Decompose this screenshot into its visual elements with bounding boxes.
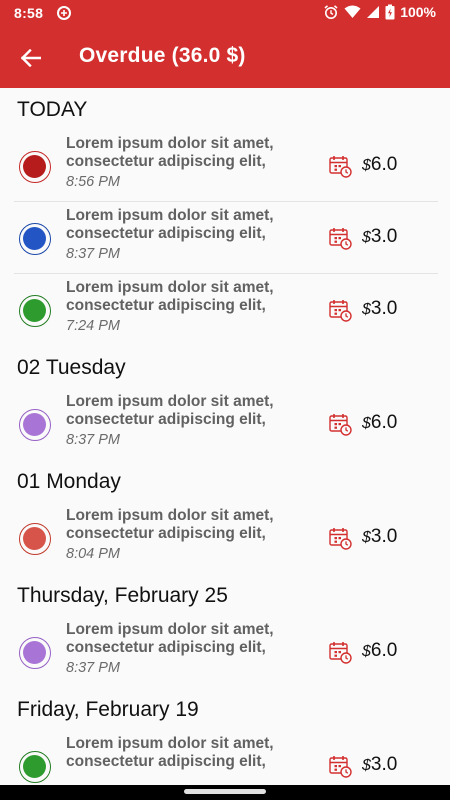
item-time: 7:24 PM — [66, 318, 120, 334]
item-title: Lorem ipsum dolor sit amet, consectetur a… — [66, 207, 321, 243]
list-item[interactable]: Lorem ipsum dolor sit amet, consectetur a… — [14, 274, 438, 346]
data-saver-icon — [57, 6, 71, 20]
currency-symbol: $ — [362, 229, 371, 246]
item-title-line-1: Lorem ipsum dolor sit amet, — [66, 735, 274, 752]
section-header: 02 Tuesday — [17, 356, 126, 379]
category-color-fill — [23, 527, 46, 550]
list-item[interactable]: Lorem ipsum dolor sit amet, consectetur a… — [14, 202, 438, 274]
back-button[interactable] — [14, 42, 48, 74]
calendar-icon — [329, 642, 352, 664]
item-amount: $3.0 — [362, 226, 397, 248]
currency-symbol: $ — [362, 415, 371, 432]
calendar-icon — [329, 528, 352, 550]
item-title-line-1: Lorem ipsum dolor sit amet, — [66, 507, 274, 524]
currency-symbol: $ — [362, 157, 371, 174]
amount-value: 6.0 — [370, 154, 398, 175]
item-time: 8:37 PM — [66, 432, 120, 448]
item-time: 8:04 PM — [66, 546, 120, 562]
section-header: Thursday, February 25 — [17, 584, 228, 607]
list-item[interactable]: Lorem ipsum dolor sit amet, consectetur a… — [14, 730, 438, 785]
list-item[interactable]: Lorem ipsum dolor sit amet, consectetur a… — [14, 130, 438, 202]
item-title-line-1: Lorem ipsum dolor sit amet, — [66, 279, 274, 296]
list-item[interactable]: Lorem ipsum dolor sit amet, consectetur a… — [14, 388, 438, 460]
status-icons: 100% — [323, 4, 436, 20]
calendar-icon — [329, 156, 352, 178]
category-color-dot — [19, 409, 51, 441]
item-title: Lorem ipsum dolor sit amet, consectetur a… — [66, 507, 321, 543]
wifi-icon — [344, 5, 361, 18]
item-title: Lorem ipsum dolor sit amet, consectetur a… — [66, 279, 321, 315]
item-time: 8:37 PM — [66, 660, 120, 676]
status-bar: 8:58 100% — [0, 0, 450, 28]
item-title: Lorem ipsum dolor sit amet, consectetur a… — [66, 135, 321, 171]
category-color-fill — [23, 299, 46, 322]
item-title-line-2: consectetur adipiscing elit, — [66, 411, 266, 428]
item-title: Lorem ipsum dolor sit amet, consectetur a… — [66, 735, 321, 771]
alarm-icon — [324, 5, 338, 19]
item-title: Lorem ipsum dolor sit amet, consectetur a… — [66, 621, 321, 657]
item-title: Lorem ipsum dolor sit amet, consectetur a… — [66, 393, 321, 429]
amount-value: 3.0 — [370, 754, 398, 775]
item-title-line-2: consectetur adipiscing elit, — [66, 525, 266, 542]
item-title-line-1: Lorem ipsum dolor sit amet, — [66, 621, 274, 638]
currency-symbol: $ — [362, 757, 371, 774]
page-title: Overdue (36.0 $) — [79, 44, 246, 67]
item-amount: $3.0 — [362, 526, 397, 548]
item-amount: $6.0 — [362, 412, 397, 434]
amount-value: 3.0 — [370, 298, 398, 319]
category-color-dot — [19, 523, 51, 555]
section-header: 01 Monday — [17, 470, 121, 493]
amount-value: 6.0 — [370, 412, 398, 433]
item-title-line-2: consectetur adipiscing elit, — [66, 297, 266, 314]
item-title-line-1: Lorem ipsum dolor sit amet, — [66, 135, 274, 152]
section-header: Friday, February 19 — [17, 698, 199, 721]
item-title-line-1: Lorem ipsum dolor sit amet, — [66, 393, 274, 410]
category-color-fill — [23, 413, 46, 436]
category-color-dot — [19, 151, 51, 183]
category-color-dot — [19, 295, 51, 327]
category-color-fill — [23, 227, 46, 250]
section-header: TODAY — [17, 98, 88, 121]
list-item[interactable]: Lorem ipsum dolor sit amet, consectetur a… — [14, 502, 438, 574]
item-title-line-2: consectetur adipiscing elit, — [66, 753, 266, 770]
status-time: 8:58 — [14, 5, 44, 21]
calendar-icon — [329, 414, 352, 436]
back-arrow-icon — [21, 49, 41, 67]
item-title-line-2: consectetur adipiscing elit, — [66, 153, 266, 170]
category-color-fill — [23, 755, 46, 778]
item-title-line-2: consectetur adipiscing elit, — [66, 639, 266, 656]
battery-icon — [385, 4, 395, 20]
calendar-icon — [329, 756, 352, 778]
item-amount: $6.0 — [362, 640, 397, 662]
calendar-icon — [329, 300, 352, 322]
category-color-dot — [19, 223, 51, 255]
calendar-icon — [329, 228, 352, 250]
item-title-line-2: consectetur adipiscing elit, — [66, 225, 266, 242]
item-title-line-1: Lorem ipsum dolor sit amet, — [66, 207, 274, 224]
category-color-dot — [19, 637, 51, 669]
item-amount: $3.0 — [362, 754, 397, 776]
signal-icon — [367, 6, 380, 18]
overdue-list[interactable]: TODAY Lorem ipsum dolor sit amet, consecte… — [0, 88, 450, 785]
category-color-fill — [23, 641, 46, 664]
item-time: 8:56 PM — [66, 174, 120, 190]
amount-value: 3.0 — [370, 226, 398, 247]
currency-symbol: $ — [362, 643, 371, 660]
battery-percent: 100% — [400, 4, 436, 20]
app-bar: Overdue (36.0 $) — [0, 28, 450, 88]
category-color-dot — [19, 751, 51, 783]
category-color-fill — [23, 155, 46, 178]
currency-symbol: $ — [362, 301, 371, 318]
amount-value: 3.0 — [370, 526, 398, 547]
item-amount: $6.0 — [362, 154, 397, 176]
currency-symbol: $ — [362, 529, 371, 546]
home-gesture-handle[interactable] — [184, 789, 266, 794]
item-amount: $3.0 — [362, 298, 397, 320]
item-time: 8:37 PM — [66, 246, 120, 262]
amount-value: 6.0 — [370, 640, 398, 661]
system-nav-bar — [0, 785, 450, 800]
list-item[interactable]: Lorem ipsum dolor sit amet, consectetur a… — [14, 616, 438, 688]
